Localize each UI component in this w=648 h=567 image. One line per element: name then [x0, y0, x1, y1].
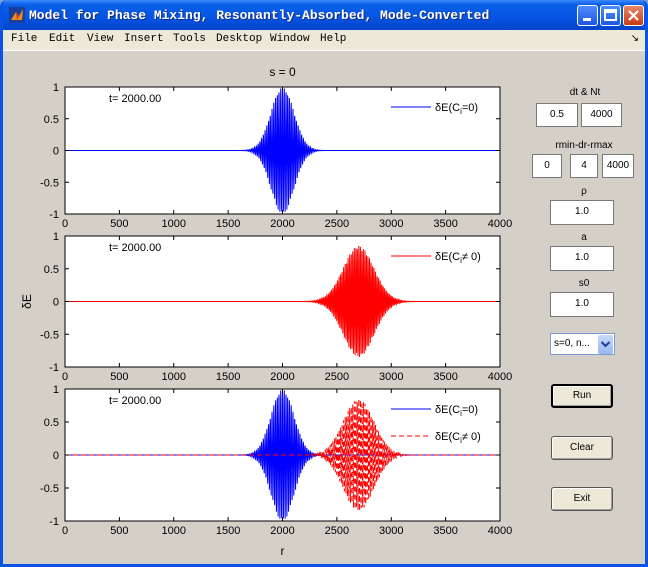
- time-annotation: t= 2000.00: [109, 242, 161, 254]
- y-tick-label: 0: [53, 146, 59, 158]
- close-icon: [628, 10, 639, 21]
- x-tick-label: 0: [62, 525, 68, 537]
- x-tick-label: 1000: [162, 371, 186, 383]
- x-tick-label: 3500: [433, 218, 457, 230]
- axes-panel-1: 0 500 1000 1500 2000 2500 3000 3500 4000 1 0.5 0 -0.…: [40, 82, 512, 230]
- dt-field[interactable]: 0.5: [536, 103, 578, 127]
- menu-bar: File Edit View Insert Tools Desktop Wind…: [3, 30, 645, 51]
- x-tick-label: 2000: [270, 218, 294, 230]
- y-tick-label: -1: [49, 362, 59, 374]
- y-tick-label: 0.5: [44, 114, 59, 126]
- menu-window[interactable]: Window: [270, 33, 310, 45]
- x-tick-label: 1500: [216, 218, 240, 230]
- legend-label: δE(Ci=0): [435, 404, 478, 418]
- y-tick-label: 1: [53, 82, 59, 94]
- menu-insert[interactable]: Insert: [124, 33, 164, 45]
- y-tick-label: 1: [53, 231, 59, 243]
- legend-label: δE(Ci≠ 0): [435, 431, 481, 445]
- rmax-field[interactable]: 4000: [602, 154, 634, 178]
- maximize-icon: [604, 9, 617, 21]
- run-button[interactable]: Run: [551, 384, 613, 408]
- a-field[interactable]: 1.0: [550, 246, 614, 271]
- rrange-label: rmin-dr-rmax: [555, 140, 613, 151]
- x-tick-label: 4000: [488, 371, 512, 383]
- axes-panel-3: 0 500 1000 1500 2000 2500 3000 3500 4000 1 0.5 0 -0.…: [40, 384, 512, 537]
- window-title: Model for Phase Mixing, Resonantly-Absor…: [29, 8, 490, 23]
- dt-nt-label: dt & Nt: [569, 87, 601, 98]
- rmin-field[interactable]: 0: [532, 154, 562, 178]
- matlab-logo-icon: [9, 7, 25, 23]
- minimize-button[interactable]: [577, 5, 598, 26]
- x-tick-label: 0: [62, 218, 68, 230]
- x-tick-label: 4000: [488, 218, 512, 230]
- minimize-icon: [583, 18, 591, 21]
- x-tick-label: 500: [110, 371, 128, 383]
- figure-title: s = 0: [269, 65, 296, 79]
- dock-arrow-icon[interactable]: ↘: [631, 33, 639, 44]
- x-tick-label: 3000: [379, 525, 403, 537]
- legend-label: δE(Ci=0): [435, 102, 478, 116]
- x-tick-label: 1000: [162, 525, 186, 537]
- mode-select-value: s=0, n...: [554, 338, 590, 349]
- x-tick-label: 2000: [270, 371, 294, 383]
- axes-panel-2: 0 500 1000 1500 2000 2500 3000 3500 4000 1 0.5 0 -0.…: [40, 231, 512, 383]
- menu-tools[interactable]: Tools: [173, 33, 206, 45]
- y-tick-label: -0.5: [40, 177, 59, 189]
- x-tick-label: 3000: [379, 371, 403, 383]
- x-tick-label: 500: [110, 218, 128, 230]
- x-tick-label: 3000: [379, 218, 403, 230]
- menu-help[interactable]: Help: [320, 33, 346, 45]
- x-tick-label: 1500: [216, 525, 240, 537]
- y-tick-label: 0.5: [44, 417, 59, 429]
- legend-label: δE(Ci≠ 0): [435, 251, 481, 265]
- time-annotation: t= 2000.00: [109, 395, 161, 407]
- x-tick-label: 2000: [270, 525, 294, 537]
- x-tick-label: 3500: [433, 371, 457, 383]
- x-tick-label: 500: [110, 525, 128, 537]
- y-tick-label: -1: [49, 209, 59, 221]
- menu-view[interactable]: View: [87, 33, 113, 45]
- nt-field[interactable]: 4000: [581, 103, 622, 127]
- y-tick-label: 0.5: [44, 264, 59, 276]
- x-tick-label: 1000: [162, 218, 186, 230]
- y-tick-label: -0.5: [40, 329, 59, 341]
- x-tick-label: 2500: [325, 525, 349, 537]
- dr-field[interactable]: 4: [570, 154, 598, 178]
- x-tick-label: 1500: [216, 371, 240, 383]
- y-tick-label: 0: [53, 297, 59, 309]
- rho-label: ρ: [581, 186, 587, 197]
- x-tick-label: 2500: [325, 371, 349, 383]
- x-tick-label: 4000: [488, 525, 512, 537]
- s0-label: s0: [578, 278, 590, 289]
- exit-button[interactable]: Exit: [551, 487, 613, 511]
- x-axis-label: r: [281, 544, 285, 558]
- title-bar[interactable]: Model for Phase Mixing, Resonantly-Absor…: [3, 0, 645, 30]
- menu-desktop[interactable]: Desktop: [216, 33, 262, 45]
- y-tick-label: -1: [49, 516, 59, 528]
- chevron-down-icon[interactable]: [598, 335, 613, 354]
- x-tick-label: 3500: [433, 525, 457, 537]
- figure-area: s = 0 δE r 0 500 1000 1500 2000 2500 3000 3500 4000…: [3, 51, 645, 564]
- maximize-button[interactable]: [600, 5, 621, 26]
- a-label: a: [581, 232, 587, 243]
- y-axis-label: δE: [20, 294, 34, 309]
- close-button[interactable]: [623, 5, 644, 26]
- figure-axes: s = 0δEr0 500 1000 1500 2000 2500 3000 3500 4000…: [20, 65, 512, 558]
- matlab-figure-window: Model for Phase Mixing, Resonantly-Absor…: [0, 0, 648, 567]
- mode-select[interactable]: s=0, n...: [550, 333, 615, 355]
- time-annotation: t= 2000.00: [109, 93, 161, 105]
- x-tick-label: 2500: [325, 218, 349, 230]
- y-tick-label: 0: [53, 450, 59, 462]
- rho-field[interactable]: 1.0: [550, 200, 614, 225]
- y-tick-label: 1: [53, 384, 59, 396]
- s0-field[interactable]: 1.0: [550, 292, 614, 317]
- menu-edit[interactable]: Edit: [49, 33, 75, 45]
- x-tick-label: 0: [62, 371, 68, 383]
- clear-button[interactable]: Clear: [551, 436, 613, 460]
- y-tick-label: -0.5: [40, 483, 59, 495]
- menu-file[interactable]: File: [11, 33, 37, 45]
